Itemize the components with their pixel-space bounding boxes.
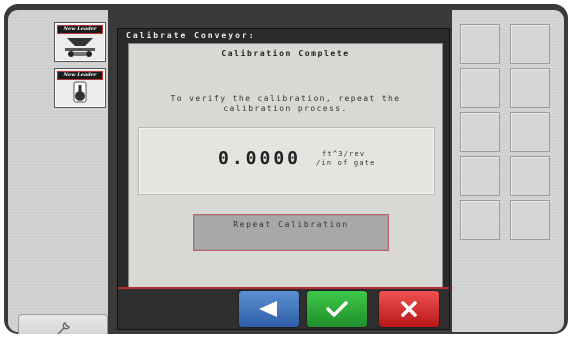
controller-knob-icon (73, 81, 87, 103)
back-button[interactable] (238, 290, 300, 328)
empty-slot (510, 156, 550, 196)
dialog-body: Calibration Complete To verify the calib… (128, 43, 443, 289)
empty-slot (460, 200, 500, 240)
right-grid-panel (452, 10, 564, 332)
display-screen: New Leader New Leader Calibrate Conveyor… (4, 4, 568, 334)
arrow-left-icon (259, 301, 277, 317)
settings-wrench-button[interactable] (18, 314, 108, 334)
x-icon (401, 301, 417, 317)
checkmark-icon (326, 301, 348, 317)
empty-slot (510, 68, 550, 108)
calibration-units: ft^3/rev /in of gate (316, 150, 376, 168)
units-line-2: /in of gate (316, 159, 376, 167)
calibrate-conveyor-dialog: Calibrate Conveyor: Calibration Complete… (117, 28, 450, 330)
calibration-value-box: 0.0000 ft^3/rev /in of gate (139, 128, 434, 194)
new-leader-logo: New Leader (57, 71, 103, 80)
wrench-icon (57, 322, 70, 334)
repeat-calibration-button[interactable]: Repeat Calibration (193, 214, 389, 251)
instructions-line-1: To verify the calibration, repeat the (170, 94, 401, 103)
empty-slot (510, 24, 550, 64)
empty-slot (510, 200, 550, 240)
empty-slot (510, 112, 550, 152)
units-line-1: ft^3/rev (322, 150, 366, 158)
empty-slot (460, 24, 500, 64)
empty-slot (460, 68, 500, 108)
spreader-icon (65, 38, 95, 57)
status-title: Calibration Complete (221, 49, 350, 58)
dialog-title: Calibrate Conveyor: (126, 31, 256, 40)
empty-slot (460, 112, 500, 152)
new-leader-logo: New Leader (57, 25, 103, 34)
cancel-button[interactable] (378, 290, 440, 328)
new-leader-controller-button[interactable]: New Leader (54, 68, 106, 108)
new-leader-spreader-button[interactable]: New Leader (54, 22, 106, 62)
instructions-text: To verify the calibration, repeat the ca… (149, 94, 422, 114)
instructions-line-2: calibration process. (223, 104, 348, 113)
empty-slot (460, 156, 500, 196)
calibration-value: 0.0000 (218, 148, 302, 169)
dialog-footer (118, 287, 449, 329)
accept-button[interactable] (306, 290, 368, 328)
left-app-panel: New Leader New Leader (8, 10, 108, 334)
